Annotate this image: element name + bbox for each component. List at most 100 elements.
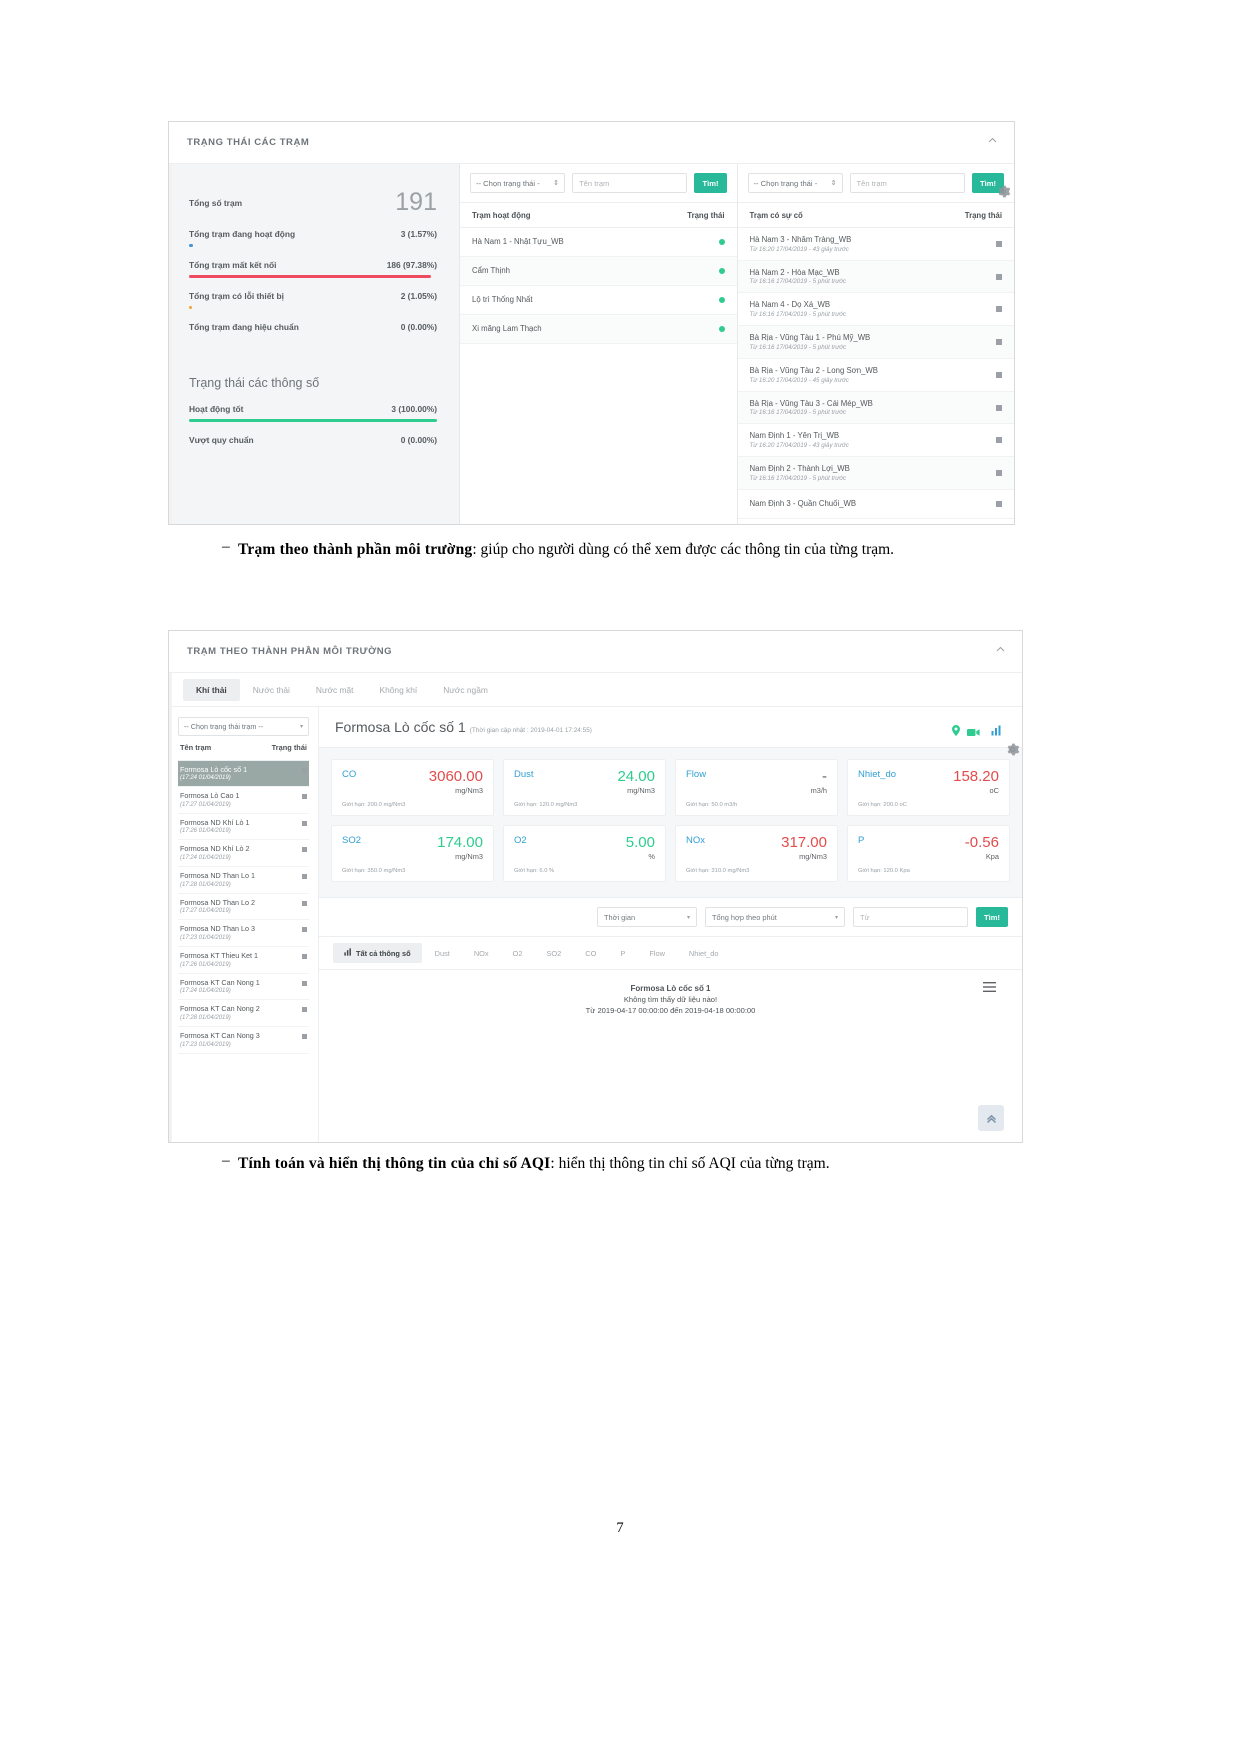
bar-chart-icon[interactable] xyxy=(991,723,1002,741)
parameter-value: 24.00 xyxy=(617,768,655,785)
station-name: Nam Định 3 - Quần Chuối_WB xyxy=(749,499,857,508)
active-stations-panel: -- Chọn trạng thái - ⇕ Tên trạm Tìm! Trạ… xyxy=(460,164,738,524)
station-list-item[interactable]: Formosa ND Than Lo 3 (17:23 01/04/2019) xyxy=(178,920,309,947)
station-item-name: Formosa KT Can Nong 2 xyxy=(180,1004,260,1014)
bullet-bold-lead: Trạm theo thành phần môi trường xyxy=(238,541,473,558)
status-square-icon xyxy=(302,927,307,933)
station-col-status: Trạng thái xyxy=(271,743,307,752)
status-error-square-icon xyxy=(996,470,1002,476)
table-row[interactable]: Hà Nam 2 - Hòa Mạc_WB Từ 16:16 17/04/2019… xyxy=(737,260,1014,294)
parameter-card[interactable]: Flow - m3/h Giới hạn: 50.0 m3/h xyxy=(675,759,838,816)
double-chevron-up-icon[interactable] xyxy=(978,1105,1004,1131)
parameter-limit: Giới hạn: 200.0 mg/Nm3 xyxy=(342,802,406,808)
station-item-name: Formosa ND Than Lo 2 xyxy=(180,897,255,907)
table-row[interactable]: Cẩm Thịnh xyxy=(460,257,737,286)
station-item-time: (17:26 01/04/2019) xyxy=(180,961,231,968)
parameter-key: Flow xyxy=(686,769,707,780)
parameter-key: P xyxy=(858,835,865,846)
environment-tab-3[interactable]: Không khí xyxy=(367,679,431,701)
table-row[interactable]: Hà Nam 4 - Dọ Xá_WB Từ 16:16 17/04/2019 -… xyxy=(737,293,1014,327)
panel-title: TRẠNG THÁI CÁC TRẠM xyxy=(187,137,310,148)
video-camera-icon[interactable] xyxy=(967,724,980,742)
table-row[interactable]: Bà Rịa - Vũng Tàu 3 - Cái Mép_WB Từ 16:16… xyxy=(737,391,1014,425)
incident-table-body: Hà Nam 3 - Nhâm Tràng_WB Từ 16:20 17/04/2… xyxy=(737,228,1014,524)
parameter-tab-1[interactable]: Dust xyxy=(424,944,461,963)
incident-status-select[interactable]: -- Chọn trạng thái - ⇕ xyxy=(747,173,843,193)
chart-empty-text: Không tìm thấy dữ liệu nào! xyxy=(623,995,718,1004)
param-bar xyxy=(189,419,437,422)
parameter-tab-0[interactable]: Tất cả thông số xyxy=(333,943,422,963)
environment-tab-2[interactable]: Nước mặt xyxy=(303,679,367,701)
station-list-item[interactable]: Formosa KT Thieu Ket 1 (17:26 01/04/2019) xyxy=(178,947,309,974)
station-list-item[interactable]: Formosa ND Than Lo 1 (17:28 01/04/2019) xyxy=(178,867,309,894)
chevron-up-icon[interactable] xyxy=(995,644,1006,655)
parameter-card[interactable]: Dust 24.00 mg/Nm3 Giới hạn: 120.0 mg/Nm3 xyxy=(503,759,666,816)
station-item-name: Formosa KT Can Nong 3 xyxy=(180,1030,260,1040)
from-date-input[interactable]: Từ xyxy=(852,907,968,927)
figure-left-accent xyxy=(169,631,172,1142)
chart-find-button[interactable]: Tìm! xyxy=(975,907,1008,927)
gear-icon[interactable] xyxy=(1005,742,1020,757)
status-square-icon xyxy=(302,1033,307,1039)
time-select[interactable]: Thời gian ▾ xyxy=(596,907,697,927)
incident-station-name-input[interactable]: Tên trạm xyxy=(849,173,965,193)
table-row[interactable]: Nam Định 2 - Thành Lợi_WB Từ 16:16 17/04/… xyxy=(737,457,1014,490)
station-status-filter-select[interactable]: -- Chọn trạng thái trạm -- ▾ xyxy=(178,717,309,736)
active-col-name: Trạm hoạt động xyxy=(472,211,531,220)
table-row[interactable]: Lộ trì Thống Nhất xyxy=(460,286,737,315)
station-list-item[interactable]: Formosa KT Can Nong 3 (17:23 01/04/2019) xyxy=(178,1027,309,1054)
table-row[interactable]: Bà Rịa - Vũng Tàu 1 - Phú Mỹ_WB Từ 16:16 … xyxy=(737,326,1014,359)
station-list-item[interactable]: Formosa KT Can Nong 1 (17:24 01/04/2019) xyxy=(178,974,309,1001)
active-status-select[interactable]: -- Chọn trạng thái - ⇕ xyxy=(470,173,565,193)
stat-value: 3 (1.57%) xyxy=(400,229,437,239)
location-pin-icon[interactable] xyxy=(952,723,960,741)
status-ok-dot-icon xyxy=(718,268,725,274)
station-list-item[interactable]: Formosa Lò Cao 1 (17:27 01/04/2019) xyxy=(178,787,309,814)
stat-row-device-error: Tổng trạm có lỗi thiết bị 2 (1.05%) xyxy=(189,291,437,309)
active-table-header: Trạm hoạt động Trạng thái xyxy=(460,203,737,228)
gear-icon[interactable] xyxy=(996,184,1011,199)
station-name: Lộ trì Thống Nhất xyxy=(472,295,533,305)
table-row[interactable]: Bà Rịa - Vũng Tàu 2 - Long Sơn_WB Từ 16:2… xyxy=(737,359,1014,392)
parameter-tab-2[interactable]: NOx xyxy=(463,944,500,963)
table-row[interactable]: Nam Định 3 - Quần Chuối_WB xyxy=(737,490,1014,519)
station-list-item[interactable]: Formosa KT Can Nong 2 (17:28 01/04/2019) xyxy=(178,1000,309,1027)
environment-tab-1[interactable]: Nước thải xyxy=(240,679,303,701)
active-station-name-input[interactable]: Tên trạm xyxy=(572,173,688,193)
parameter-tab-7[interactable]: Flow xyxy=(638,944,676,963)
parameter-tab-8[interactable]: Nhiet_do xyxy=(678,944,730,963)
station-list-item[interactable]: Formosa Lò cốc số 1 (17:24 01/04/2019) xyxy=(178,760,309,788)
station-list-item[interactable]: Formosa ND Khí Lò 2 (17:24 01/04/2019) xyxy=(178,840,309,868)
environment-tab-0[interactable]: Khí thải xyxy=(183,678,240,701)
station-list-item[interactable]: Formosa ND Khí Lò 1 (17:26 01/04/2019) xyxy=(178,814,309,841)
document-page: TRẠNG THÁI CÁC TRẠM Tổng số trạm 191 Tổn… xyxy=(0,0,1240,1753)
parameter-card[interactable]: CO 3060.00 mg/Nm3 Giới hạn: 200.0 mg/Nm3 xyxy=(331,759,494,816)
parameter-card[interactable]: SO2 174.00 mg/Nm3 Giới hạn: 350.0 mg/Nm3 xyxy=(331,825,494,882)
bullet-dash: – xyxy=(222,1152,230,1169)
chevron-up-icon[interactable] xyxy=(987,135,998,146)
parameter-status-title: Trạng thái các thông số xyxy=(189,376,320,390)
stat-bar xyxy=(189,244,437,247)
parameter-card[interactable]: NOx 317.00 mg/Nm3 Giới hạn: 310.0 mg/Nm3 xyxy=(675,825,838,882)
table-row[interactable]: Hà Nam 3 - Nhâm Tràng_WB Từ 16:20 17/04/2… xyxy=(737,228,1014,261)
parameter-tab-6[interactable]: P xyxy=(609,944,636,963)
parameter-tab-4[interactable]: SO2 xyxy=(535,944,572,963)
chart-title: Formosa Lò cốc số 1 xyxy=(630,984,711,993)
parameter-tab-5[interactable]: CO xyxy=(574,944,607,963)
parameter-limit: Giới hạn: 120.0 mg/Nm3 xyxy=(514,802,578,808)
parameter-tab-3[interactable]: O2 xyxy=(502,944,534,963)
table-row[interactable]: Hà Nam 1 - Nhật Tựu_WB xyxy=(460,228,737,257)
parameter-card-row: CO 3060.00 mg/Nm3 Giới hạn: 200.0 mg/Nm3 Dus… xyxy=(331,759,1010,816)
parameter-card[interactable]: Nhiet_do 158.20 oC Giới hạn: 200.0 oC xyxy=(847,759,1010,816)
station-list-column: -- Chọn trạng thái trạm -- ▾ Tên trạm Tr… xyxy=(169,707,319,1142)
hamburger-menu-icon[interactable] xyxy=(983,982,996,994)
environment-tab-4[interactable]: Nước ngầm xyxy=(430,679,501,701)
aggregate-select[interactable]: Tổng hợp theo phút ▾ xyxy=(704,907,845,927)
table-row[interactable]: Xi măng Lam Thạch xyxy=(460,315,737,344)
bullet-rest: : giúp cho người dùng có thể xem được cá… xyxy=(472,541,895,558)
table-row[interactable]: Nam Định 1 - Yên Trị_WB Từ 16:20 17/04/20… xyxy=(737,424,1014,458)
station-list-item[interactable]: Formosa ND Than Lo 2 (17:27 01/04/2019) xyxy=(178,894,309,921)
parameter-card[interactable]: P -0.56 Kpa Giới hạn: 120.0 Kpa xyxy=(847,825,1010,882)
active-find-button[interactable]: Tìm! xyxy=(694,173,727,193)
parameter-card[interactable]: O2 5.00% Giới hạn: 6.0 % xyxy=(503,825,666,882)
